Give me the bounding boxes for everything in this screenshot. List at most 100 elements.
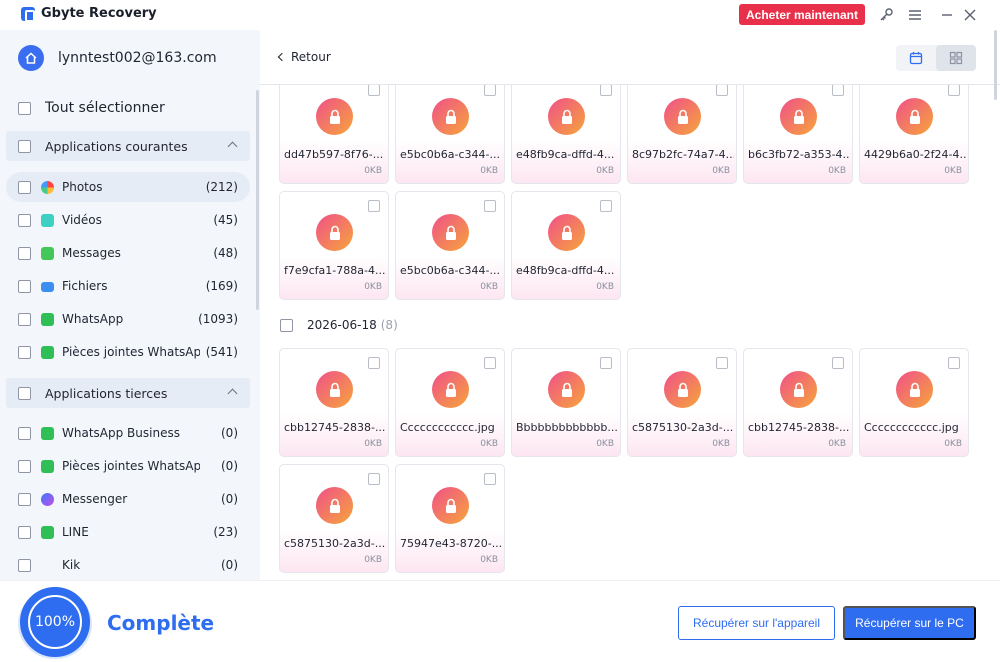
item-checkbox[interactable] — [18, 558, 31, 572]
tile-checkbox[interactable] — [716, 85, 728, 96]
item-count: (0) — [221, 558, 238, 572]
item-checkbox[interactable] — [18, 213, 31, 227]
sidebar-item-photos[interactable]: Photos (212) — [6, 172, 250, 202]
file-size: 0KB — [596, 166, 614, 176]
tile-checkbox[interactable] — [484, 200, 496, 212]
file-tile[interactable]: dd47b597-8f76-... 0KB — [279, 85, 389, 184]
sidebar-item-messages[interactable]: Messages (48) — [6, 238, 250, 268]
file-tile[interactable]: e5bc0b6a-c344-... 0KB — [395, 85, 505, 184]
file-tile[interactable]: 4429b6a0-2f24-4... 0KB — [859, 85, 969, 184]
tile-checkbox[interactable] — [368, 85, 380, 96]
menu-icon[interactable] — [906, 6, 924, 24]
item-checkbox[interactable] — [18, 180, 31, 194]
chevron-left-icon — [277, 52, 287, 62]
chevron-up-icon[interactable] — [227, 141, 238, 152]
tile-checkbox[interactable] — [832, 357, 844, 369]
tile-checkbox[interactable] — [368, 473, 380, 485]
tile-checkbox[interactable] — [948, 357, 960, 369]
close-icon[interactable] — [961, 6, 979, 24]
sidebar-item-messenger[interactable]: Messenger (0) — [6, 484, 250, 514]
tile-checkbox[interactable] — [716, 357, 728, 369]
item-checkbox[interactable] — [18, 345, 31, 359]
item-label: WhatsApp Business — [62, 426, 180, 440]
file-size: 0KB — [364, 166, 382, 176]
content-scrollbar[interactable] — [994, 30, 997, 100]
tile-checkbox[interactable] — [368, 200, 380, 212]
file-tile[interactable]: b6c3fb72-a353-4... 0KB — [743, 85, 853, 184]
lock-icon — [432, 214, 469, 251]
select-all-checkbox[interactable] — [18, 101, 31, 115]
item-checkbox[interactable] — [18, 525, 31, 539]
sidebar-item-videos[interactable]: Vidéos (45) — [6, 205, 250, 235]
file-tile[interactable]: c5875130-2a3d-... 0KB — [279, 464, 389, 573]
sidebar-item-whatsapp-attachments[interactable]: Pièces jointes WhatsApp (541) — [6, 337, 250, 367]
key-icon[interactable] — [877, 6, 895, 24]
calendar-view-icon[interactable] — [896, 45, 936, 71]
minimize-icon[interactable] — [938, 6, 956, 24]
tile-checkbox[interactable] — [368, 357, 380, 369]
group-third-party-apps[interactable]: Applications tierces — [6, 378, 250, 408]
tile-checkbox[interactable] — [484, 357, 496, 369]
recover-to-device-button[interactable]: Récupérer sur l'appareil — [678, 606, 835, 640]
file-tile[interactable]: f7e9cfa1-788a-4... 0KB — [279, 191, 389, 300]
sidebar-item-whatsapp[interactable]: WhatsApp (1093) — [6, 304, 250, 334]
sidebar-item-files[interactable]: Fichiers (169) — [6, 271, 250, 301]
tile-checkbox[interactable] — [832, 85, 844, 96]
group-label: Applications courantes — [45, 138, 188, 154]
item-label: Vidéos — [62, 213, 102, 227]
file-tile[interactable]: Bbbbbbbbbbbbb... 0KB — [511, 348, 621, 457]
date-group-header[interactable]: 2026-06-18 (8) — [280, 318, 398, 332]
sidebar-item-whatsapp-business-attachments[interactable]: Pièces jointes WhatsApp B... (0) — [6, 451, 250, 481]
photos-icon — [41, 180, 54, 194]
date-group-checkbox[interactable] — [280, 318, 293, 332]
lock-icon — [432, 487, 469, 524]
file-size: 0KB — [596, 439, 614, 449]
item-checkbox[interactable] — [18, 312, 31, 326]
item-checkbox[interactable] — [18, 492, 31, 506]
file-tile[interactable]: Cccccccccccc.jpg 0KB — [859, 348, 969, 457]
sidebar-item-kik[interactable]: Kik (0) — [6, 550, 250, 580]
tile-checkbox[interactable] — [484, 85, 496, 96]
sidebar-item-line[interactable]: LINE (23) — [6, 517, 250, 547]
item-checkbox[interactable] — [18, 459, 31, 473]
tile-checkbox[interactable] — [600, 85, 612, 96]
file-name: e48fb9ca-dffd-4... — [516, 148, 615, 161]
recover-to-pc-button[interactable]: Récupérer sur le PC — [843, 606, 976, 640]
file-tile[interactable]: c5875130-2a3d-... 0KB — [627, 348, 737, 457]
group-common-apps[interactable]: Applications courantes — [6, 131, 250, 161]
group-checkbox[interactable] — [18, 386, 31, 400]
date-count: (8) — [380, 318, 398, 332]
tile-checkbox[interactable] — [948, 85, 960, 96]
back-button[interactable]: Retour — [277, 50, 331, 64]
file-tile[interactable]: e5bc0b6a-c344-... 0KB — [395, 191, 505, 300]
file-tile[interactable]: cbb12745-2838-... 0KB — [743, 348, 853, 457]
file-tile[interactable]: cbb12745-2838-... 0KB — [279, 348, 389, 457]
file-tile[interactable]: Cccccccccccc.jpg 0KB — [395, 348, 505, 457]
whatsapp-icon — [41, 312, 54, 326]
tile-checkbox[interactable] — [600, 357, 612, 369]
chevron-up-icon[interactable] — [227, 388, 238, 399]
file-name: cbb12745-2838-... — [284, 421, 386, 434]
messages-icon — [41, 246, 54, 260]
lock-icon — [316, 371, 353, 408]
file-size: 0KB — [364, 439, 382, 449]
file-tile[interactable]: 8c97b2fc-74a7-4... 0KB — [627, 85, 737, 184]
app-title: Gbyte Recovery — [41, 6, 157, 21]
tile-checkbox[interactable] — [600, 200, 612, 212]
select-all[interactable]: Tout sélectionner — [18, 100, 165, 116]
item-checkbox[interactable] — [18, 246, 31, 260]
file-name: dd47b597-8f76-... — [284, 148, 384, 161]
item-checkbox[interactable] — [18, 426, 31, 440]
tile-checkbox[interactable] — [484, 473, 496, 485]
grid-view-icon[interactable] — [936, 45, 976, 71]
item-checkbox[interactable] — [18, 279, 31, 293]
file-tile[interactable]: 75947e43-8720-... 0KB — [395, 464, 505, 573]
item-count: (212) — [205, 180, 238, 194]
home-icon[interactable] — [18, 45, 44, 71]
file-tile[interactable]: e48fb9ca-dffd-4... 0KB — [511, 85, 621, 184]
buy-now-button[interactable]: Acheter maintenant — [739, 4, 865, 25]
sidebar-item-whatsapp-business[interactable]: WhatsApp Business (0) — [6, 418, 250, 448]
group-checkbox[interactable] — [18, 139, 31, 153]
file-tile[interactable]: e48fb9ca-dffd-4... 0KB — [511, 191, 621, 300]
sidebar-scrollbar[interactable] — [256, 90, 259, 310]
